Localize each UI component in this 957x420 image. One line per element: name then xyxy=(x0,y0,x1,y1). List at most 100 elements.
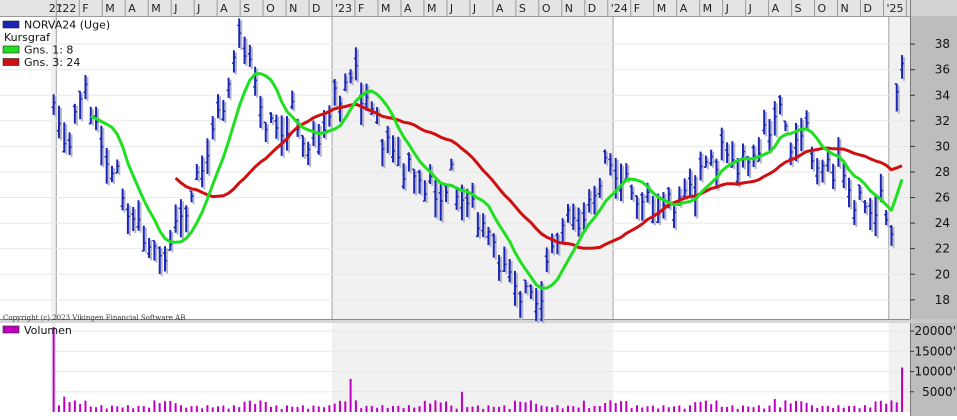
price-tick-label: 26 xyxy=(935,191,950,205)
volume-bar xyxy=(513,400,516,412)
month-label: O xyxy=(818,2,827,15)
month-label: A xyxy=(680,2,688,15)
volume-bar xyxy=(593,405,596,412)
month-label: F xyxy=(358,2,364,15)
volume-bar xyxy=(863,405,866,412)
volume-bar xyxy=(116,406,119,412)
volume-bar xyxy=(699,401,702,412)
volume-bar xyxy=(264,402,267,412)
volume-bar xyxy=(779,407,782,412)
volume-bar xyxy=(641,407,644,412)
volume-bar xyxy=(885,403,888,412)
volume-bar xyxy=(768,405,771,412)
volume-bar xyxy=(397,405,400,412)
volume-bar xyxy=(121,407,124,412)
price-tick-label: 22 xyxy=(935,242,950,256)
volume-bar xyxy=(164,401,167,412)
volume-bar xyxy=(79,403,82,412)
volume-bar xyxy=(588,408,591,412)
volume-bar xyxy=(89,406,92,412)
price-tick-label: 24 xyxy=(935,216,950,230)
volume-bar xyxy=(386,407,389,412)
month-label: F xyxy=(634,2,640,15)
volume-bar xyxy=(651,405,654,412)
volume-bar xyxy=(296,407,299,412)
price-tick-label: 34 xyxy=(935,88,950,102)
volume-bar xyxy=(630,408,633,412)
price-tick-label: 38 xyxy=(935,37,950,51)
volume-bar xyxy=(254,404,257,412)
volume-bar xyxy=(132,408,135,412)
volume-bar xyxy=(688,405,691,412)
axis-corner xyxy=(910,0,957,16)
price-tick-label: 18 xyxy=(935,293,950,307)
month-label: S xyxy=(795,2,802,15)
volume-bar xyxy=(848,406,851,412)
month-label: A xyxy=(128,2,136,15)
stock-chart: 21'22 F M A M J J A S O N D '23 F M A M J J A S O N D '24 F M A M J J A… xyxy=(0,0,957,416)
volume-bar xyxy=(561,408,564,412)
price-tick-label: 32 xyxy=(935,114,950,128)
month-label: O xyxy=(266,2,275,15)
volume-bar xyxy=(566,405,569,412)
price-tick-label: 28 xyxy=(935,165,950,179)
month-label: J xyxy=(173,2,177,15)
volume-bar xyxy=(285,405,288,412)
legend-label: Volumen xyxy=(24,324,72,337)
volume-bar xyxy=(344,401,347,412)
month-label: '22 xyxy=(59,2,76,15)
volume-bar xyxy=(529,400,532,412)
volume-bar xyxy=(694,402,697,412)
volume-bar xyxy=(832,407,835,412)
month-label: J xyxy=(472,2,476,15)
volume-bar xyxy=(381,405,384,412)
legend-swatch xyxy=(2,325,20,334)
volume-bar xyxy=(402,408,405,412)
month-label: M xyxy=(427,2,437,15)
volume-bar xyxy=(710,404,713,412)
volume-bar xyxy=(317,406,320,412)
volume-bar xyxy=(471,406,474,412)
volume-tick-label: 15000' xyxy=(915,344,956,358)
volume-bar xyxy=(625,400,628,412)
legend-label: Gns. 3: 24 xyxy=(24,56,80,69)
volume-bar xyxy=(312,405,315,412)
volume-bar xyxy=(551,407,554,412)
volume-bar xyxy=(646,406,649,412)
volume-bar xyxy=(821,405,824,412)
volume-bar xyxy=(169,401,172,412)
month-header xyxy=(0,0,957,16)
volume-bar xyxy=(519,401,522,412)
volume-bar xyxy=(338,400,341,412)
volume-bar xyxy=(57,405,60,412)
volume-bar xyxy=(423,400,426,412)
volume-bar xyxy=(604,403,607,412)
month-label: M xyxy=(657,2,667,15)
month-label: D xyxy=(864,2,872,15)
volume-bar xyxy=(445,401,448,412)
volume-bar xyxy=(715,400,718,412)
volume-bar xyxy=(407,405,410,412)
month-label: '24 xyxy=(611,2,628,15)
chart-svg: 21'22 F M A M J J A S O N D '23 F M A M J J A S O N D '24 F M A M J J A… xyxy=(0,0,957,416)
volume-bar xyxy=(582,400,585,412)
volume-bar xyxy=(816,408,819,412)
volume-bar xyxy=(450,405,453,412)
volume-bar xyxy=(657,408,660,412)
volume-bar xyxy=(153,400,156,412)
copyright-text: Copyright (c) 2023 Vikingen Financial So… xyxy=(3,314,185,322)
month-label: F xyxy=(82,2,88,15)
year-band xyxy=(332,323,614,412)
legend-label: NORVA24 (Uge) xyxy=(24,19,110,32)
price-tick-label: 30 xyxy=(935,139,950,153)
month-label: M xyxy=(151,2,161,15)
volume-bar xyxy=(508,408,511,412)
volume-bar xyxy=(137,405,140,412)
volume-bar xyxy=(349,378,352,412)
volume-bar xyxy=(201,408,204,412)
volume-bar xyxy=(741,405,744,412)
volume-bar xyxy=(179,405,182,412)
volume-bar xyxy=(323,407,326,412)
month-label: J xyxy=(748,2,752,15)
volume-bar xyxy=(476,405,479,412)
